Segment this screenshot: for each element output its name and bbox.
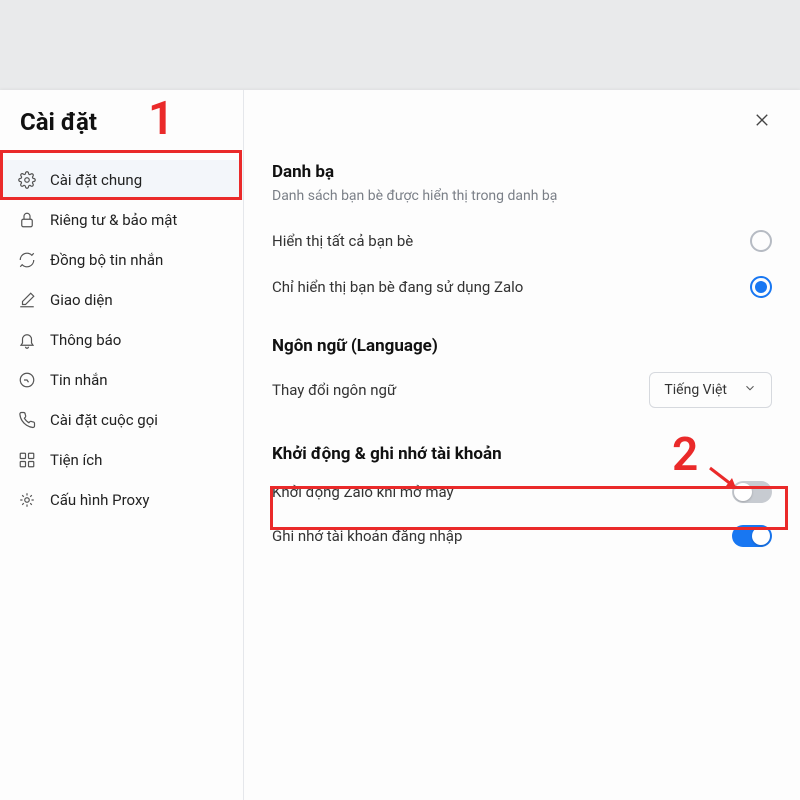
phone-icon bbox=[18, 411, 36, 429]
toggle-remember-account[interactable] bbox=[732, 525, 772, 547]
radio-show-all[interactable]: Hiển thị tất cả bạn bè bbox=[272, 218, 772, 264]
sidebar-item-label: Tin nhắn bbox=[50, 371, 108, 389]
sidebar-item-label: Cài đặt chung bbox=[50, 171, 142, 189]
content-area: Danh bạ Danh sách bạn bè được hiển thị t… bbox=[244, 90, 800, 800]
sidebar-item-general[interactable]: Cài đặt chung bbox=[0, 160, 243, 200]
sidebar-item-label: Tiện ích bbox=[50, 451, 102, 469]
radio-label: Chỉ hiển thị bạn bè đang sử dụng Zalo bbox=[272, 278, 523, 296]
language-row: Thay đổi ngôn ngữ Tiếng Việt bbox=[272, 362, 772, 418]
radio-show-zalo-only[interactable]: Chỉ hiển thị bạn bè đang sử dụng Zalo bbox=[272, 264, 772, 310]
toggle-row-autostart: Khởi động Zalo khi mở máy bbox=[272, 470, 772, 514]
radio-label: Hiển thị tất cả bạn bè bbox=[272, 232, 413, 250]
edit-icon bbox=[18, 291, 36, 309]
radio-icon bbox=[750, 230, 772, 252]
toggle-row-remember: Ghi nhớ tài khoản đăng nhập bbox=[272, 514, 772, 558]
radio-icon bbox=[750, 276, 772, 298]
sidebar-item-label: Thông báo bbox=[50, 331, 121, 349]
message-icon bbox=[18, 371, 36, 389]
contacts-title: Danh bạ bbox=[272, 162, 772, 182]
sidebar: Cài đặt Cài đặt chung Riêng tư & bảo mật… bbox=[0, 90, 244, 800]
contacts-section: Danh bạ Danh sách bạn bè được hiển thị t… bbox=[272, 162, 772, 310]
language-section: Ngôn ngữ (Language) Thay đổi ngôn ngữ Ti… bbox=[272, 336, 772, 418]
sidebar-item-sync[interactable]: Đồng bộ tin nhắn bbox=[0, 240, 243, 280]
sidebar-item-label: Giao diện bbox=[50, 291, 113, 309]
toggle-autostart[interactable] bbox=[732, 481, 772, 503]
language-select[interactable]: Tiếng Việt bbox=[649, 372, 772, 408]
startup-title: Khởi động & ghi nhớ tài khoản bbox=[272, 444, 772, 464]
contacts-sub: Danh sách bạn bè được hiển thị trong dan… bbox=[272, 188, 772, 204]
sync-icon bbox=[18, 251, 36, 269]
sidebar-item-privacy[interactable]: Riêng tư & bảo mật bbox=[0, 200, 243, 240]
grid-icon bbox=[18, 451, 36, 469]
startup-section: Khởi động & ghi nhớ tài khoản Khởi động … bbox=[272, 444, 772, 558]
chevron-down-icon bbox=[743, 381, 757, 399]
settings-title: Cài đặt bbox=[0, 108, 243, 160]
sidebar-item-proxy[interactable]: Cấu hình Proxy bbox=[0, 480, 243, 520]
language-value: Tiếng Việt bbox=[664, 382, 727, 398]
bell-icon bbox=[18, 331, 36, 349]
gear-icon bbox=[18, 171, 36, 189]
sidebar-item-notifications[interactable]: Thông báo bbox=[0, 320, 243, 360]
sidebar-item-messages[interactable]: Tin nhắn bbox=[0, 360, 243, 400]
sidebar-item-label: Cài đặt cuộc gọi bbox=[50, 411, 158, 429]
toggle-label: Khởi động Zalo khi mở máy bbox=[272, 483, 454, 501]
sidebar-item-label: Cấu hình Proxy bbox=[50, 491, 150, 509]
settings-panel: Cài đặt Cài đặt chung Riêng tư & bảo mật… bbox=[0, 90, 800, 800]
lock-icon bbox=[18, 211, 36, 229]
toggle-label: Ghi nhớ tài khoản đăng nhập bbox=[272, 527, 462, 545]
proxy-icon bbox=[18, 491, 36, 509]
sidebar-item-label: Đồng bộ tin nhắn bbox=[50, 251, 163, 269]
language-label: Thay đổi ngôn ngữ bbox=[272, 381, 396, 399]
close-button[interactable] bbox=[748, 108, 776, 136]
language-title: Ngôn ngữ (Language) bbox=[272, 336, 772, 356]
sidebar-item-utilities[interactable]: Tiện ích bbox=[0, 440, 243, 480]
sidebar-item-label: Riêng tư & bảo mật bbox=[50, 211, 177, 229]
close-icon bbox=[753, 111, 771, 133]
sidebar-item-interface[interactable]: Giao diện bbox=[0, 280, 243, 320]
sidebar-item-call[interactable]: Cài đặt cuộc gọi bbox=[0, 400, 243, 440]
